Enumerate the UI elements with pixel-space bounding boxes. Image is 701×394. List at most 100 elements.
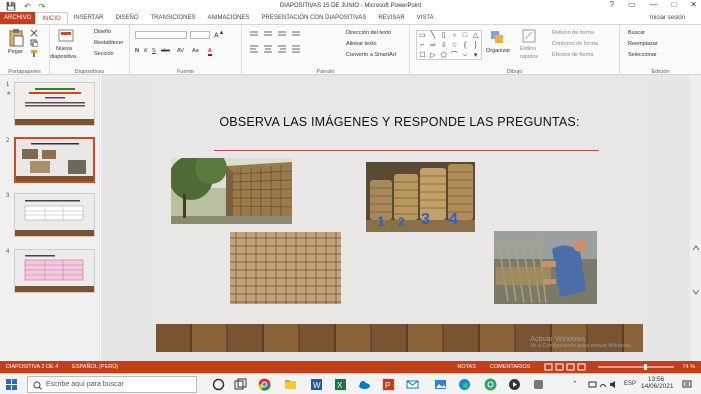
tray-chevron-icon[interactable]: ⌃ <box>572 380 578 388</box>
shape-item[interactable]: ○ <box>449 31 460 41</box>
shape-item[interactable]: ⇨ <box>428 41 439 51</box>
zoom-slider[interactable] <box>596 363 676 371</box>
app-icon[interactable] <box>532 378 545 391</box>
excel-icon[interactable]: X <box>334 378 347 391</box>
thumbnail-slide-1[interactable] <box>14 82 95 126</box>
tab-revisar[interactable]: REVISAR <box>372 12 410 24</box>
quick-styles-button[interactable]: Estilos <box>520 46 536 52</box>
tab-vista[interactable]: VISTA <box>411 12 440 24</box>
align-buttons-icon[interactable] <box>248 45 328 53</box>
close-button[interactable]: ✕ <box>690 0 697 9</box>
shape-item[interactable]: ▷ <box>428 51 439 61</box>
taskbar-search-box[interactable]: Escribe aquí para buscar <box>27 376 197 393</box>
clock[interactable]: 13:56 14/06/2021 <box>641 376 674 390</box>
arrange-icon[interactable] <box>490 30 504 44</box>
shape-item[interactable]: ⌣ <box>460 51 471 61</box>
tab-inicio[interactable]: INICIO <box>35 12 68 24</box>
shape-item[interactable]: ▯ <box>438 31 449 41</box>
underline-button[interactable]: S <box>152 48 156 54</box>
chrome-icon[interactable] <box>258 378 271 391</box>
reset-button[interactable]: Restablecer <box>94 40 123 46</box>
tab-diseno[interactable]: DISEÑO <box>109 12 144 24</box>
font-name-select[interactable] <box>135 31 187 39</box>
new-slide-icon[interactable] <box>58 29 74 43</box>
tab-transiciones[interactable]: TRANSICIONES <box>145 12 202 24</box>
spacing-button[interactable]: AV <box>177 48 184 54</box>
quick-styles-icon[interactable] <box>522 29 536 43</box>
shape-item[interactable]: { <box>460 41 471 51</box>
sign-in-link[interactable]: Iniciar sesión <box>650 15 701 21</box>
shapes-gallery[interactable]: ▭ ╲ ▯ ○ □ △ ⌐ ⇨ ⇩ ☆ { } ☐ ▷ ⬠ ⌒ ⌣ ▾ <box>416 30 482 60</box>
thumbnail-slide-3[interactable] <box>14 193 95 237</box>
slide-title[interactable]: OBSERVA LAS IMÁGENES Y RESPONDE LAS PREG… <box>156 115 643 129</box>
shape-item[interactable]: ▭ <box>417 31 428 41</box>
shape-item[interactable]: □ <box>460 31 471 41</box>
current-slide[interactable]: OBSERVA LAS IMÁGENES Y RESPONDE LAS PREG… <box>156 79 643 352</box>
edge-icon[interactable] <box>458 378 471 391</box>
notifications-icon[interactable] <box>682 380 692 389</box>
select-button[interactable]: Seleccionar <box>628 52 657 58</box>
onedrive-icon[interactable] <box>358 378 371 391</box>
tab-presentacion[interactable]: PRESENTACIÓN CON DIAPOSITIVAS <box>256 12 373 24</box>
paste-button[interactable]: Pegar <box>8 49 23 55</box>
list-buttons-icon[interactable] <box>248 30 308 38</box>
shape-effects-button[interactable]: Efectos de forma <box>552 52 594 58</box>
photos-icon[interactable] <box>434 378 447 391</box>
word-icon[interactable]: W <box>310 378 323 391</box>
shape-fill-button[interactable]: Relleno de forma <box>552 30 594 36</box>
shape-item[interactable]: ⌐ <box>417 41 428 51</box>
layout-button[interactable]: Diseño <box>94 29 111 35</box>
bold-button[interactable]: N <box>135 48 139 54</box>
shape-item[interactable]: ☆ <box>449 41 460 51</box>
notes-button[interactable]: NOTAS <box>457 364 476 370</box>
vertical-scrollbar[interactable] <box>690 75 701 361</box>
woven-house-photo[interactable] <box>171 158 292 224</box>
chrome-profile-icon[interactable] <box>484 378 497 391</box>
comments-button[interactable]: COMENTARIOS <box>476 364 531 370</box>
maximize-button[interactable]: □ <box>671 0 676 9</box>
language-indicator[interactable]: ESPAÑOL (PERÚ) <box>58 364 118 370</box>
italic-button[interactable]: K <box>144 48 148 54</box>
font-color-button[interactable]: A <box>208 48 212 56</box>
section-button[interactable]: Sección <box>94 51 114 57</box>
replace-button[interactable]: Reemplazar <box>628 41 658 47</box>
powerpoint-icon[interactable]: P <box>382 378 395 391</box>
minimize-button[interactable]: — <box>649 0 657 9</box>
thumbnail-slide-2[interactable] <box>14 137 95 183</box>
grow-font-icon[interactable]: A▲ <box>214 30 224 39</box>
arrange-button[interactable]: Organizar <box>486 48 510 54</box>
windows-start-icon[interactable] <box>6 379 17 390</box>
find-button[interactable]: Buscar <box>628 30 645 36</box>
shape-item[interactable]: ▾ <box>470 51 481 61</box>
cut-icon[interactable] <box>30 29 38 37</box>
align-text-button[interactable]: Alinear texto <box>346 41 377 47</box>
shape-item[interactable]: ╲ <box>428 31 439 41</box>
shape-outline-button[interactable]: Contorno de forma <box>552 41 598 47</box>
task-switch-icon[interactable] <box>234 378 247 391</box>
woven-mat-photo[interactable] <box>230 232 341 304</box>
file-explorer-icon[interactable] <box>284 378 297 391</box>
ribbon-display-button[interactable]: ▭ <box>628 0 636 9</box>
view-buttons-icon[interactable] <box>544 363 590 371</box>
redo-icon[interactable]: ↷ <box>39 2 46 11</box>
input-language[interactable]: ESP <box>624 381 636 387</box>
help-button[interactable]: ? <box>609 0 613 9</box>
shape-item[interactable]: ⇩ <box>438 41 449 51</box>
strikethrough-button[interactable]: abc <box>161 48 170 54</box>
tab-animaciones[interactable]: ANIMACIONES <box>202 12 256 24</box>
scroll-buttons-icon[interactable] <box>692 245 700 295</box>
tab-archivo[interactable]: ARCHIVO <box>0 12 36 24</box>
smartart-button[interactable]: Convertir a SmartArt <box>346 52 396 58</box>
tray-icons[interactable] <box>588 380 618 389</box>
shape-item[interactable]: ☐ <box>417 51 428 61</box>
media-player-icon[interactable] <box>508 378 521 391</box>
format-painter-icon[interactable] <box>30 49 38 57</box>
shape-item[interactable]: } <box>470 41 481 51</box>
person-weaving-photo[interactable] <box>494 231 597 304</box>
task-view-icon[interactable] <box>212 378 225 391</box>
thumbnail-slide-4[interactable] <box>14 249 95 293</box>
shape-item[interactable]: △ <box>470 31 481 41</box>
mail-icon[interactable] <box>406 378 419 391</box>
copy-icon[interactable] <box>30 39 38 47</box>
text-direction-button[interactable]: Dirección del texto <box>346 30 391 36</box>
